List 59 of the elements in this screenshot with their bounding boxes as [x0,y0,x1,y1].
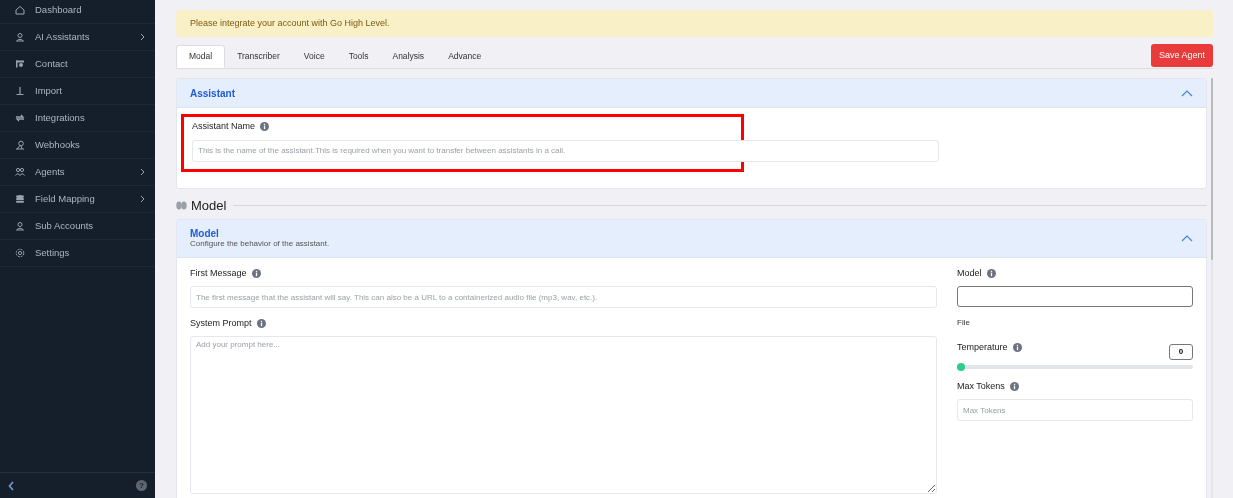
model-select[interactable] [957,286,1193,307]
chevron-right-icon [140,168,145,176]
field-label: Model [957,266,982,280]
people-icon [15,167,25,177]
info-icon [256,319,266,329]
field-label: Max Tokens [957,379,1005,393]
field-label: File [957,317,971,329]
chevron-right-icon [140,195,145,203]
sidebar-item[interactable]: Agents [0,159,155,186]
tab[interactable]: Advance [436,45,494,68]
field-label: Temperature [957,341,1008,354]
assistant-name-field[interactable]: This is the name of the assistant.This is required when you want to transfer between assistants in a call. [192,139,939,162]
panel-title: Model [190,227,220,239]
save-agent-button[interactable]: Save Agent [1150,44,1213,67]
slider-thumb[interactable] [957,362,965,371]
first-message-field[interactable]: The first message that the assistant will say. This can also be a URL to a containerized audio file (mp3, wav, etc.). [190,286,937,308]
sidebar-item[interactable]: Contact [0,51,155,78]
download-icon [15,86,25,96]
field-label: System Prompt [190,317,252,330]
collapse-chevron-icon[interactable] [1181,89,1193,97]
sidebar-item[interactable]: Sub Accounts [0,213,155,240]
info-icon [986,268,996,278]
panel-subtitle: Configure the behavior of the assistant. [190,238,330,249]
field-label: First Message [190,266,247,280]
chevron-right-icon [140,33,145,41]
max-tokens-field[interactable]: Max Tokens [957,399,1193,421]
sidebar-item[interactable]: AI Assistants [0,24,155,51]
info-icon [251,268,261,278]
settings-icon [15,248,25,258]
person-icon [15,32,25,42]
tab[interactable]: Transcriber [225,45,292,68]
card-icon [15,59,25,69]
tab[interactable]: Analysis [380,45,437,68]
system-prompt-field[interactable]: Add your prompt here... [190,335,937,494]
database-icon [15,194,25,204]
sidebar-item[interactable]: Settings [0,240,155,267]
field-label: Assistant Name [192,120,256,133]
sidebar-item[interactable]: Integrations [0,105,155,132]
tab[interactable]: Modal [176,45,226,68]
collapse-chevron-icon[interactable] [1181,234,1193,242]
scrollbar[interactable] [1211,78,1213,498]
arrows-icon [15,113,25,123]
tab[interactable]: Tools [336,45,381,68]
alert-banner: Please integrate your account with Go High Level. [176,10,1213,37]
person-icon [15,221,25,231]
panel-title: Assistant [190,86,235,101]
sidebar-item[interactable]: Webhooks [0,132,155,159]
info-icon [1009,381,1019,391]
info-icon [260,122,270,132]
sidebar-item[interactable]: Dashboard [0,0,155,24]
house-icon [15,5,25,15]
sidebar-item[interactable]: Import [0,78,155,105]
sidebar-item[interactable]: Field Mapping [0,186,155,213]
section-heading: Model [191,197,227,215]
temperature-value-field[interactable]: 0 [1169,343,1193,360]
tab[interactable]: Voice [291,45,337,68]
info-icon [1012,343,1022,353]
collapse-icon[interactable] [8,480,15,491]
brain-icon [176,201,187,211]
